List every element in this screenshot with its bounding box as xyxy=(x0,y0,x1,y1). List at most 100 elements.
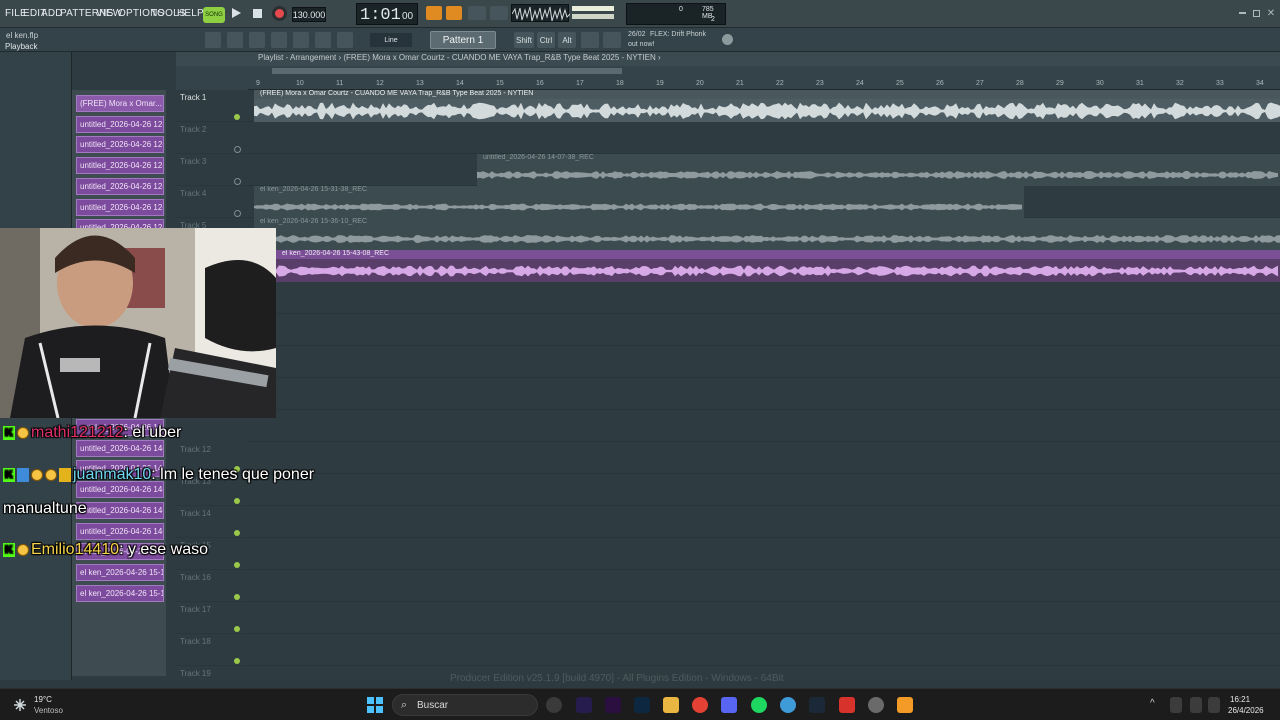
news-button[interactable] xyxy=(603,32,621,48)
picker-clip-item[interactable]: untitled_2026-04-26 12-... xyxy=(76,198,164,216)
stop-button[interactable] xyxy=(250,6,264,20)
track-lane[interactable] xyxy=(248,314,1280,346)
clip-untitled-rec[interactable]: untitled_2026-04-26 14-07-38_REC xyxy=(477,154,1280,186)
channel-rack-button[interactable] xyxy=(249,32,265,48)
volume-icon[interactable] xyxy=(1208,697,1220,713)
master-pitch-slider[interactable] xyxy=(572,14,614,19)
steam-icon[interactable] xyxy=(809,697,825,713)
piano-roll-button[interactable] xyxy=(227,32,243,48)
master-volume-slider[interactable] xyxy=(572,6,614,11)
picker-clip-item[interactable]: untitled_2026-04-26 14-... xyxy=(76,522,164,540)
ruler-bar-number: 33 xyxy=(1216,80,1224,87)
picker-clip-item[interactable]: el ken_2026-04-26 15-1... xyxy=(76,563,164,581)
display-icon[interactable] xyxy=(1190,697,1202,713)
picker-clip-item[interactable]: untitled_2026-04-26 12-... xyxy=(76,136,164,154)
spotify-icon[interactable] xyxy=(751,697,767,713)
track-mute-led-icon[interactable] xyxy=(234,498,240,504)
browser-button[interactable] xyxy=(293,32,309,48)
after-effects-icon[interactable] xyxy=(576,697,592,713)
track-mute-led-icon[interactable] xyxy=(234,530,240,536)
track-mute-led-icon[interactable] xyxy=(234,114,240,120)
maximize-button[interactable] xyxy=(1251,8,1261,18)
tempo-display[interactable]: 130.000 xyxy=(292,7,326,22)
clip-beat[interactable]: (FREE) Mora x Omar Courtz - CUANDO ME VA… xyxy=(254,90,1280,122)
shift-key-button[interactable]: Shift xyxy=(514,32,534,48)
timeline-ruler[interactable]: 9 10 11 12 13 14 15 16 17 18 19 20 21 22 23 24 25 26 27 28 2… xyxy=(248,78,1280,90)
ctrl-key-button[interactable]: Ctrl xyxy=(537,32,555,48)
clock-date[interactable]: 26/4/2026 xyxy=(1228,706,1264,715)
track-lane[interactable] xyxy=(248,378,1280,410)
loop-record-button[interactable] xyxy=(490,6,508,20)
track-mute-led-icon[interactable] xyxy=(234,594,240,600)
track-lane[interactable] xyxy=(248,602,1280,634)
scrollbar-thumb[interactable] xyxy=(272,68,622,74)
track-lane[interactable] xyxy=(248,282,1280,314)
snap-selector[interactable]: Line xyxy=(370,33,412,47)
chevron-up-icon[interactable]: ^ xyxy=(1150,698,1155,709)
track-mute-led-icon[interactable] xyxy=(234,178,241,185)
menu-help[interactable]: HELP xyxy=(177,8,204,19)
play-button[interactable] xyxy=(229,6,243,20)
close-button[interactable]: ✕ xyxy=(1266,7,1276,19)
chrome-icon[interactable] xyxy=(692,697,708,713)
maximize-icon xyxy=(1252,9,1260,17)
plugin-picker-button[interactable] xyxy=(315,32,331,48)
photoshop-icon[interactable] xyxy=(634,697,650,713)
metronome-button[interactable] xyxy=(446,6,462,20)
picker-clip-item[interactable]: untitled_2026-04-26 12-... xyxy=(76,115,164,133)
track-lane[interactable] xyxy=(248,442,1280,474)
picker-clip-item[interactable]: el ken_2026-04-26 15-1... xyxy=(76,584,164,602)
track-lane[interactable] xyxy=(248,410,1280,442)
clip-elken-rec-1[interactable]: el ken_2026-04-26 15-31-38_REC xyxy=(254,186,1024,218)
alt-key-button[interactable]: Alt xyxy=(558,32,576,48)
playlist-breadcrumb: Playlist - Arrangement › (FREE) Mora x O… xyxy=(258,53,661,62)
picker-clip-item[interactable]: untitled_2026-04-26 14-... xyxy=(76,501,164,519)
online-icon[interactable] xyxy=(722,34,733,45)
copilot-icon[interactable] xyxy=(546,697,562,713)
playlist-button[interactable] xyxy=(205,32,221,48)
ruler-bar-number: 16 xyxy=(536,80,544,87)
track-lane[interactable] xyxy=(248,474,1280,506)
premiere-icon[interactable] xyxy=(605,697,621,713)
time-display[interactable]: 1:01 00 xyxy=(356,3,418,25)
file-explorer-icon[interactable] xyxy=(663,697,679,713)
track-mute-led-icon[interactable] xyxy=(234,562,240,568)
record-button[interactable] xyxy=(272,6,287,21)
clock-time[interactable]: 16:21 xyxy=(1230,695,1250,704)
clip-elken-rec-2[interactable]: el ken_2026-04-26 15-36-10_REC xyxy=(254,218,1280,250)
picker-clip-item[interactable]: untitled_2026-04-26 12-... xyxy=(76,177,164,195)
clip-elken-rec-3[interactable]: el ken_2026-04-26 15-43-08_REC xyxy=(276,250,1280,282)
track-lane[interactable] xyxy=(248,538,1280,570)
browser-icon[interactable] xyxy=(780,697,796,713)
picker-clip-item[interactable]: untitled_2026-04-26 12-... xyxy=(76,157,164,175)
playlist-scrollbar[interactable] xyxy=(176,66,1280,78)
weather-icon[interactable] xyxy=(12,697,28,713)
track-lane[interactable] xyxy=(248,122,1280,154)
chat-message-2-cont: manualtune xyxy=(3,500,87,517)
picker-clip-item[interactable]: untitled_2026-04-26 14-... xyxy=(76,439,164,457)
track-lane[interactable] xyxy=(248,634,1280,666)
track-lane[interactable] xyxy=(248,506,1280,538)
track-lane[interactable] xyxy=(248,570,1280,602)
track-lane[interactable] xyxy=(248,346,1280,378)
mixer-button[interactable] xyxy=(271,32,287,48)
windows-start-icon[interactable] xyxy=(367,697,383,713)
pattern-selector[interactable]: Pattern 1 xyxy=(430,31,496,49)
taskbar-search-box[interactable]: ⌕ Buscar xyxy=(392,694,538,716)
track-mute-led-icon[interactable] xyxy=(234,626,240,632)
song-mode-toggle[interactable]: SONG xyxy=(203,7,225,23)
minimize-button[interactable] xyxy=(1237,8,1247,18)
settings-icon[interactable] xyxy=(868,697,884,713)
fl-studio-icon[interactable] xyxy=(897,697,913,713)
picker-clip-item[interactable]: (FREE) Mora x Omar... xyxy=(76,95,164,112)
mic-icon[interactable] xyxy=(1170,697,1182,713)
track-mute-led-icon[interactable] xyxy=(234,658,240,664)
touch-controller-button[interactable] xyxy=(581,32,599,48)
pattern-song-button[interactable] xyxy=(426,6,442,20)
track-mute-led-icon[interactable] xyxy=(234,210,241,217)
discord-icon[interactable] xyxy=(721,697,737,713)
wait-button[interactable] xyxy=(468,6,486,20)
track-mute-led-icon[interactable] xyxy=(234,146,241,153)
audio-input-button[interactable] xyxy=(337,32,353,48)
app-icon[interactable] xyxy=(839,697,855,713)
